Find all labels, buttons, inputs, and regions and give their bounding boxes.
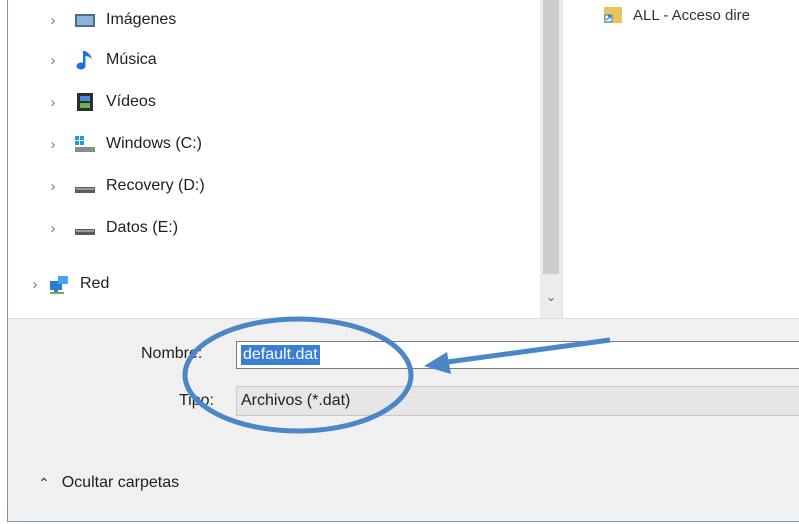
chevron-up-icon: ⌃ bbox=[38, 474, 50, 491]
nav-item-windows-c[interactable]: › Windows (C:) bbox=[46, 126, 203, 162]
pictures-folder-icon bbox=[74, 9, 96, 31]
nav-item-imagenes[interactable]: › Imágenes bbox=[46, 2, 177, 38]
selected-text: default.dat bbox=[241, 345, 320, 365]
video-folder-icon bbox=[74, 91, 96, 113]
nav-item-label: Datos (E:) bbox=[106, 219, 179, 236]
expand-chevron-icon[interactable]: › bbox=[46, 136, 60, 153]
save-form-area: Nombre: default.dat Tipo: Archivos (*.da… bbox=[8, 318, 799, 521]
nav-item-label: Windows (C:) bbox=[106, 135, 203, 152]
expand-chevron-icon[interactable]: › bbox=[46, 12, 60, 29]
expand-chevron-icon[interactable]: › bbox=[28, 276, 42, 293]
navigation-pane: › Imágenes › Música › Vídeos › Windows (… bbox=[8, 0, 540, 318]
scroll-down-icon[interactable]: ⌄ bbox=[540, 290, 562, 310]
nav-item-red[interactable]: › Red bbox=[28, 266, 109, 302]
nav-item-label: Red bbox=[80, 275, 110, 292]
expand-chevron-icon[interactable]: › bbox=[46, 52, 60, 69]
file-name-label: Nombre: bbox=[141, 345, 203, 362]
expand-chevron-icon[interactable]: › bbox=[46, 94, 60, 111]
file-name: ALL - Acceso dire bbox=[633, 6, 751, 24]
file-type-select[interactable]: Archivos (*.dat) bbox=[236, 386, 799, 416]
shortcut-file-icon bbox=[603, 6, 623, 24]
nav-scrollbar[interactable]: ⌄ bbox=[540, 0, 562, 318]
save-dialog: › Imágenes › Música › Vídeos › Windows (… bbox=[7, 0, 799, 522]
nav-item-label: Vídeos bbox=[106, 93, 156, 110]
expand-chevron-icon[interactable]: › bbox=[46, 220, 60, 237]
nav-item-label: Recovery (D:) bbox=[106, 177, 205, 194]
nav-item-label: Imágenes bbox=[106, 11, 177, 28]
windows-drive-icon bbox=[74, 133, 96, 155]
nav-item-videos[interactable]: › Vídeos bbox=[46, 84, 156, 120]
network-icon bbox=[48, 273, 70, 295]
nav-item-label: Música bbox=[106, 51, 157, 68]
music-note-icon bbox=[74, 49, 96, 71]
drive-icon bbox=[74, 175, 96, 197]
file-type-label: Tipo: bbox=[179, 392, 214, 409]
list-item[interactable]: ALL - Acceso dire bbox=[603, 4, 750, 26]
expand-chevron-icon[interactable]: › bbox=[46, 178, 60, 195]
scrollbar-thumb[interactable] bbox=[543, 0, 559, 274]
hide-folders-button[interactable]: ⌃ Ocultar carpetas bbox=[38, 474, 179, 492]
file-list: ALL - Acceso dire bbox=[563, 0, 799, 318]
nav-item-datos-e[interactable]: › Datos (E:) bbox=[46, 210, 179, 246]
nav-item-musica[interactable]: › Música bbox=[46, 42, 157, 78]
hide-folders-label: Ocultar carpetas bbox=[61, 474, 180, 491]
file-name-input[interactable]: default.dat bbox=[236, 341, 799, 369]
nav-item-recovery-d[interactable]: › Recovery (D:) bbox=[46, 168, 205, 204]
drive-icon bbox=[74, 217, 96, 239]
